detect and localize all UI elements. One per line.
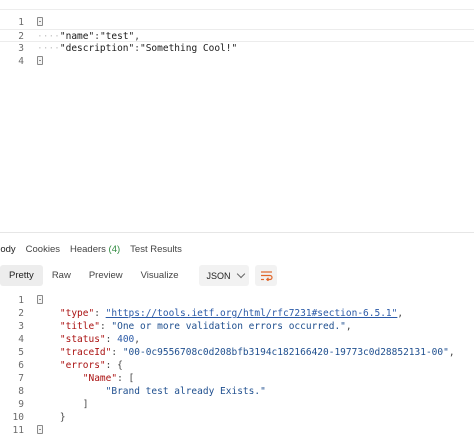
preview-button[interactable]: Preview xyxy=(80,265,132,286)
tab-test-results[interactable]: Test Results xyxy=(130,244,182,255)
line-number: 3 xyxy=(18,321,24,332)
code-line: 10 } xyxy=(0,411,474,424)
code-line: 4 "status": 400, xyxy=(0,333,474,346)
tab-headers[interactable]: Headers (4) xyxy=(70,244,120,255)
fold-toggle-icon[interactable] xyxy=(37,56,43,65)
line-number: 9 xyxy=(18,399,24,410)
line-number: 8 xyxy=(18,386,24,397)
code-line: 1 xyxy=(0,294,474,307)
code-line: 2 "type": "https://tools.ietf.org/html/r… xyxy=(0,307,474,320)
wrap-lines-icon xyxy=(260,271,273,281)
json-key: "title" xyxy=(59,321,100,332)
json-value: "One or more validation errors occurred.… xyxy=(111,321,346,332)
json-value: "test" xyxy=(99,31,135,42)
json-value: "00-0c9556708c0d208bfb3194c182166420-197… xyxy=(122,347,449,358)
type-link[interactable]: "https://tools.ietf.org/html/rfc7231#sec… xyxy=(106,308,398,319)
pane-divider[interactable] xyxy=(0,232,474,233)
json-key: "type" xyxy=(59,308,95,319)
response-tabs: Body Cookies Headers (4) Test Results xyxy=(0,241,192,257)
top-border xyxy=(0,9,474,10)
json-key: "description" xyxy=(59,43,135,54)
json-key: "Name" xyxy=(82,373,118,384)
code-line: 2 ····"name":"test", xyxy=(0,29,474,42)
chevron-down-icon xyxy=(236,269,245,278)
line-number: 6 xyxy=(18,360,24,371)
wrap-lines-button[interactable] xyxy=(255,265,278,286)
line-number: 1 xyxy=(18,295,24,306)
code-line: 11 xyxy=(0,424,474,437)
code-line: 4 xyxy=(0,55,474,68)
headers-count-badge: (4) xyxy=(108,243,121,255)
tab-body[interactable]: Body xyxy=(0,244,16,255)
pretty-button[interactable]: Pretty xyxy=(0,265,43,286)
code-line: 1 xyxy=(0,16,474,29)
code-line: 3 "title": "One or more validation error… xyxy=(0,320,474,333)
line-number: 1 xyxy=(18,17,24,28)
tab-cookies[interactable]: Cookies xyxy=(26,244,60,255)
line-number: 11 xyxy=(12,425,24,436)
format-select[interactable]: JSON xyxy=(199,265,250,286)
line-number: 5 xyxy=(18,347,24,358)
line-number: 2 xyxy=(18,308,24,319)
code-line: 9 ] xyxy=(0,398,474,411)
code-line: 5 "traceId": "00-0c9556708c0d208bfb3194c… xyxy=(0,346,474,359)
line-number: 7 xyxy=(18,373,24,384)
json-key: "errors" xyxy=(59,360,106,371)
json-key: "status" xyxy=(59,334,106,345)
format-select-value: JSON xyxy=(206,270,231,281)
line-number: 4 xyxy=(18,56,24,67)
line-number: 4 xyxy=(18,334,24,345)
response-view-toolbar: Pretty Raw Preview Visualize JSON xyxy=(0,265,278,286)
line-number: 3 xyxy=(18,43,24,54)
json-value: 400 xyxy=(117,334,135,345)
json-key: "name" xyxy=(59,31,95,42)
json-value: "Brand test already Exists." xyxy=(105,386,266,397)
json-key: "traceId" xyxy=(59,347,112,358)
fold-toggle-icon[interactable] xyxy=(37,295,43,304)
raw-button[interactable]: Raw xyxy=(43,265,80,286)
fold-toggle-icon[interactable] xyxy=(37,17,43,26)
fold-toggle-icon[interactable] xyxy=(37,425,43,434)
code-line: 7 "Name": [ xyxy=(0,372,474,385)
visualize-button[interactable]: Visualize xyxy=(132,265,188,286)
code-line: 8 "Brand test already Exists." xyxy=(0,385,474,398)
code-line: 3 ····"description":"Something Cool!" xyxy=(0,42,474,55)
json-value: "Something Cool!" xyxy=(139,43,238,54)
code-line: 6 "errors": { xyxy=(0,359,474,372)
line-number: 10 xyxy=(12,412,24,423)
